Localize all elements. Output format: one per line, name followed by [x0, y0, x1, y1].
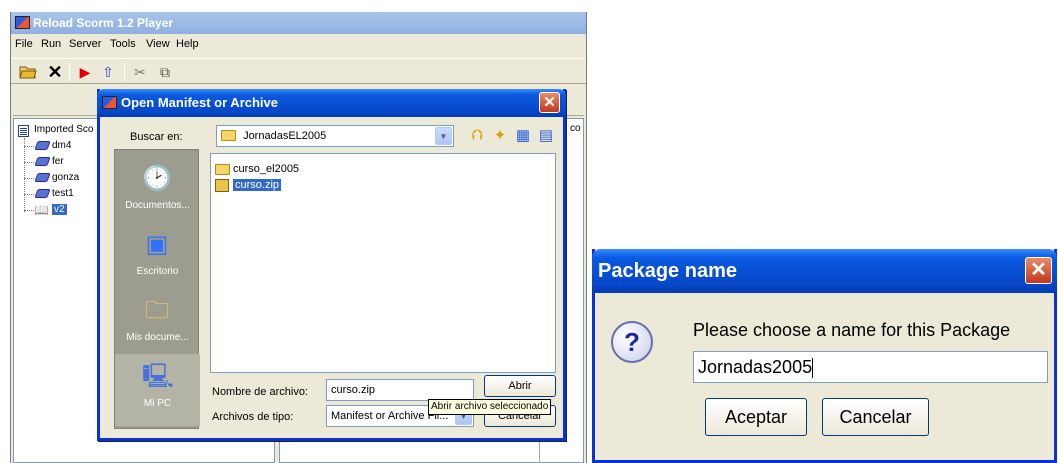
folder-icon	[221, 130, 236, 141]
desktop-icon: ▣	[145, 231, 169, 258]
document-icon	[18, 125, 29, 137]
play-icon[interactable]: ▶	[76, 63, 94, 81]
tree-item[interactable]: gonza	[52, 172, 79, 183]
list-item-selected[interactable]: curso.zip	[215, 178, 282, 193]
tree-line	[24, 210, 34, 211]
open-book-icon: 📖	[34, 203, 49, 217]
view-menu-icon[interactable]: ▦	[513, 126, 533, 146]
package-icon	[34, 141, 51, 150]
menu-server[interactable]: Server	[69, 38, 101, 50]
open-folder-icon[interactable]	[19, 63, 37, 81]
place-my-documents[interactable]: 🗀 Mis docume...	[115, 288, 200, 360]
tools-icon[interactable]: ✂	[131, 63, 149, 81]
package-icon	[34, 189, 51, 198]
list-item[interactable]: curso_el2005	[215, 162, 299, 177]
my-computer-icon: 🖳	[142, 363, 175, 390]
new-folder-icon[interactable]: ✦	[490, 126, 510, 146]
file-list[interactable]: curso_el2005 curso.zip	[210, 153, 556, 373]
place-desktop[interactable]: ▣ Escritorio	[115, 222, 200, 294]
tree-line	[24, 138, 25, 212]
package-prompt: Please choose a name for this Package	[693, 320, 1011, 340]
open-dialog-title: Open Manifest or Archive	[121, 95, 278, 110]
package-dialog-title: Package name	[598, 260, 737, 282]
open-button[interactable]: Abrir	[484, 375, 556, 397]
close-icon[interactable]: ✕	[1025, 257, 1052, 284]
my-documents-icon: 🗀	[145, 297, 169, 324]
cancel-button[interactable]: Cancelar	[822, 398, 929, 436]
tree-root[interactable]: Imported Sco	[34, 124, 93, 135]
place-documents[interactable]: 🕑 Documentos...	[115, 156, 200, 228]
tree-line	[24, 146, 34, 147]
tree-line	[24, 162, 34, 163]
tree-line	[24, 178, 34, 179]
package-dialog-titlebar[interactable]: Package name ✕	[592, 249, 1057, 293]
tree-item[interactable]: fer	[52, 156, 64, 167]
recent-documents-icon: 🕑	[142, 165, 172, 192]
filename-input[interactable]: curso.zip	[326, 379, 474, 401]
open-tooltip: Abrir archivo seleccionado	[428, 399, 552, 415]
folder-icon	[215, 164, 230, 175]
menu-tools[interactable]: Tools	[110, 38, 136, 50]
menu-view[interactable]: View	[146, 38, 170, 50]
filename-label: Nombre de archivo:	[212, 386, 308, 398]
window-title: Reload Scorm 1.2 Player	[33, 16, 174, 30]
menu-file[interactable]: File	[15, 38, 33, 50]
accept-button[interactable]: Aceptar	[705, 398, 807, 436]
open-manifest-dialog: Open Manifest or Archive ✕ Buscar en: Jo…	[97, 89, 566, 441]
menu-run[interactable]: Run	[41, 38, 61, 50]
main-titlebar[interactable]: Reload Scorm 1.2 Player	[11, 12, 586, 34]
open-dialog-titlebar[interactable]: Open Manifest or Archive ✕	[97, 89, 566, 117]
look-in-value: JornadasEL2005	[243, 130, 327, 142]
chevron-down-icon[interactable]: ▼	[435, 127, 452, 145]
filetype-label: Archivos de tipo:	[212, 411, 294, 423]
tree-item-selected[interactable]: v2	[52, 204, 67, 215]
package-name-dialog: Package name ✕ ? Please choose a name fo…	[592, 249, 1057, 463]
menu-help[interactable]: Help	[176, 38, 199, 50]
look-in-combo[interactable]: JornadasEL2005 ▼	[216, 125, 454, 147]
package-name-input[interactable]: Jornadas2005	[693, 351, 1048, 383]
tree-item[interactable]: test1	[52, 188, 74, 199]
app-icon	[15, 16, 30, 29]
package-icon	[34, 173, 51, 182]
content-label: co	[570, 123, 581, 134]
app-icon	[102, 96, 117, 109]
place-my-computer[interactable]: 🖳 Mi PC	[115, 354, 200, 426]
menu-bar: File Run Server Tools View Help	[11, 36, 586, 54]
places-bar: 🕑 Documentos... ▣ Escritorio 🗀 Mis docum…	[114, 149, 200, 429]
up-folder-icon[interactable]: ⮉	[467, 126, 487, 146]
toolbar: ✕ ▶ ⇧ ✂ ⧉	[11, 58, 586, 84]
text-cursor	[812, 358, 814, 379]
close-x-icon[interactable]: ✕	[46, 63, 64, 81]
file-name: curso_el2005	[233, 163, 300, 175]
window-icon[interactable]: ⧉	[156, 63, 174, 81]
upload-arrow-icon[interactable]: ⇧	[99, 63, 117, 81]
zip-icon	[215, 179, 229, 192]
tree-line	[24, 194, 34, 195]
details-view-icon[interactable]: ▤	[536, 126, 556, 146]
tree-item[interactable]: dm4	[52, 140, 71, 151]
toolbar-separator	[124, 63, 125, 81]
question-icon: ?	[611, 321, 653, 363]
look-in-label: Buscar en:	[130, 131, 183, 143]
close-icon[interactable]: ✕	[539, 92, 560, 113]
toolbar-separator	[69, 63, 70, 81]
file-name: curso.zip	[233, 179, 282, 191]
package-icon	[34, 157, 51, 166]
